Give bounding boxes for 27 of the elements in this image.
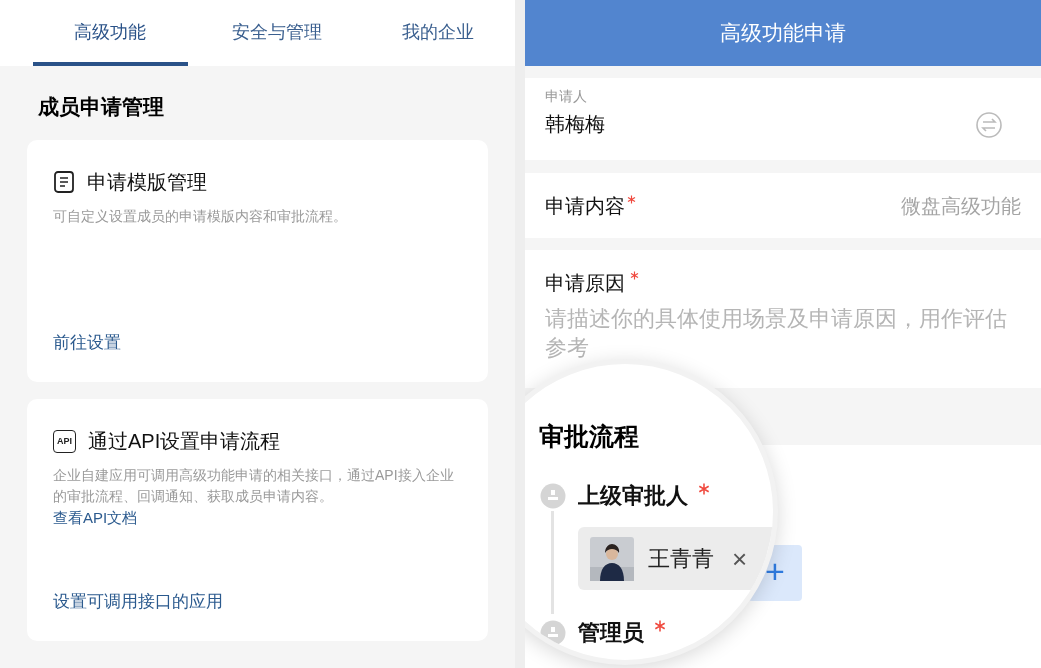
tab[interactable]: 安全与管理 — [199, 0, 355, 66]
section-title: 成员申请管理 — [37, 94, 165, 120]
settings-link[interactable]: 设置可调用接口的应用 — [53, 590, 223, 614]
api-doc-link[interactable]: 查看API文档 — [53, 507, 138, 528]
card-description: 可自定义设置成员的申请模版内容和审批流程。 — [53, 207, 348, 226]
tab[interactable]: 我的企业 — [360, 0, 515, 66]
form-header: 高级功能申请 — [525, 0, 1041, 66]
tab[interactable]: 高级功能 — [33, 0, 188, 66]
section-title: 审批流程 — [539, 421, 639, 452]
field-label: 申请原因 — [545, 271, 625, 296]
field-label: 申请人 — [545, 87, 588, 106]
step-label: 管理员 — [578, 619, 644, 647]
applicant-name: 韩梅梅 — [545, 112, 605, 137]
swap-icon[interactable] — [975, 111, 1003, 139]
card-title: 申请模版管理 — [87, 170, 207, 195]
stamp-icon — [540, 620, 566, 646]
content-value: 微盘高级功能 — [901, 193, 1021, 219]
stamp-icon — [540, 483, 566, 509]
card-description: 企业自建应用可调用高级功能申请的相关接口，通过API接入企业的审批流程、回调通知、获取成员申请内容。 — [53, 466, 455, 506]
api-icon: API — [53, 429, 76, 453]
document-icon — [53, 170, 75, 194]
field-label: 申请内容 — [545, 193, 625, 219]
remove-button[interactable]: × — [732, 545, 748, 572]
approver-name: 王青青 — [648, 545, 714, 573]
step-label: 上级审批人 — [578, 482, 688, 510]
card-title: 通过API设置申请流程 — [88, 429, 281, 454]
settings-link[interactable]: 前往设置 — [53, 331, 121, 355]
